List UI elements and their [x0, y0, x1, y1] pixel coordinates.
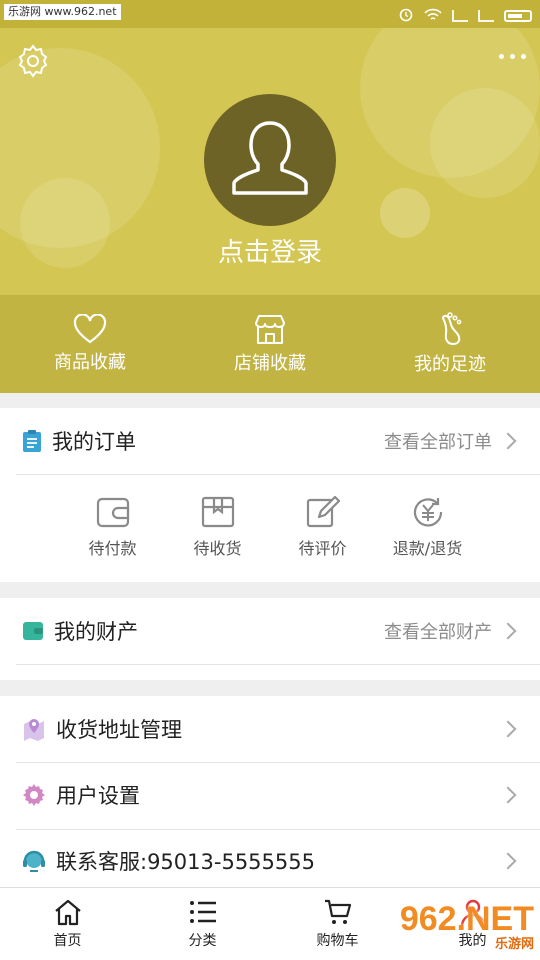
pending-receipt-label: 待收货 [193, 539, 242, 558]
clipboard-icon [23, 430, 41, 452]
view-all-orders-link[interactable]: 查看全部订单 [384, 408, 517, 474]
user-silhouette-icon [232, 121, 308, 195]
nav-home-label: 首页 [53, 933, 82, 949]
wallet-icon [96, 497, 129, 528]
chevron-right-icon [499, 432, 517, 450]
map-pin-icon [24, 719, 44, 741]
favorites-bar: 商品收藏 店铺收藏 我的足迹 [0, 295, 540, 393]
refund-label: 退款/退货 [392, 539, 463, 558]
refund-button[interactable]: 退款/退货 [375, 495, 480, 559]
customer-service-label: 联系客服:95013-5555555 [56, 850, 315, 874]
fav-shops-button[interactable]: 店铺收藏 [180, 295, 360, 393]
cart-icon [324, 899, 351, 924]
orders-header-row[interactable]: 我的订单 查看全部订单 [0, 408, 540, 474]
gear-icon [23, 784, 45, 806]
login-link[interactable]: 点击登录 [0, 232, 540, 269]
avatar[interactable] [204, 94, 336, 226]
heart-icon [73, 314, 107, 344]
address-management-label: 收货地址管理 [56, 718, 182, 742]
pending-review-label: 待评价 [298, 539, 347, 558]
orders-card: 我的订单 查看全部订单 待付款 待收货 待评价 退款/退货 [0, 408, 540, 582]
settings-icon[interactable] [14, 42, 52, 80]
wallet-icon [23, 622, 43, 640]
shop-icon [255, 315, 285, 344]
order-status-row: 待付款 待收货 待评价 退款/退货 [0, 474, 540, 580]
edit-icon [306, 495, 340, 528]
nav-cart-label: 购物车 [316, 933, 359, 949]
footprints-label: 我的足迹 [414, 354, 486, 375]
row-arrow [492, 828, 517, 894]
more-menu-icon[interactable] [499, 54, 526, 59]
pending-receipt-button[interactable]: 待收货 [165, 495, 270, 559]
chevron-right-icon [499, 622, 517, 640]
assets-card: 我的财产 查看全部财产 [0, 598, 540, 680]
footprint-icon [441, 312, 462, 346]
alarm-icon [398, 6, 414, 26]
view-all-assets-link[interactable]: 查看全部财产 [384, 598, 517, 664]
view-all-orders-label: 查看全部订单 [384, 432, 492, 453]
signal-icon-2 [478, 10, 494, 22]
nav-home[interactable]: 首页 [0, 888, 135, 960]
pending-payment-label: 待付款 [88, 539, 137, 558]
box-icon [201, 496, 234, 528]
row-arrow [492, 762, 517, 828]
chevron-right-icon [499, 720, 517, 738]
fav-products-button[interactable]: 商品收藏 [0, 295, 180, 393]
headset-icon [23, 850, 45, 872]
bottom-navigation: 首页 分类 购物车 我的 962.NET 乐游网 [0, 887, 540, 960]
nav-category[interactable]: 分类 [135, 888, 270, 960]
battery-icon [504, 10, 532, 22]
site-logo-watermark: 962.NET 乐游网 [400, 900, 534, 952]
address-management-row[interactable]: 收货地址管理 [0, 696, 540, 762]
fav-products-label: 商品收藏 [54, 352, 126, 373]
pending-payment-button[interactable]: 待付款 [60, 495, 165, 559]
row-arrow [492, 696, 517, 762]
profile-header: 点击登录 商品收藏 店铺收藏 我的足迹 [0, 28, 540, 393]
user-settings-row[interactable]: 用户设置 [0, 762, 540, 828]
chevron-right-icon [499, 852, 517, 870]
signal-icon [452, 10, 468, 22]
site-watermark: 乐游网 www.962.net [4, 4, 121, 20]
chevron-right-icon [499, 786, 517, 804]
nav-cart[interactable]: 购物车 [270, 888, 405, 960]
fav-shops-label: 店铺收藏 [234, 353, 306, 374]
assets-title: 我的财产 [54, 620, 138, 644]
status-bar: 乐游网 www.962.net [0, 0, 540, 28]
footprints-button[interactable]: 我的足迹 [360, 295, 540, 393]
status-icons [398, 6, 532, 26]
list-icon [189, 901, 216, 923]
home-icon [54, 899, 81, 926]
nav-category-label: 分类 [188, 933, 217, 949]
decor-bubble [430, 88, 540, 198]
view-all-assets-label: 查看全部财产 [384, 622, 492, 643]
orders-title: 我的订单 [52, 430, 136, 454]
menu-card: 收货地址管理 用户设置 联系客服:95013-5555555 [0, 696, 540, 888]
decor-bubble [380, 188, 430, 238]
assets-row[interactable]: 我的财产 查看全部财产 [0, 598, 540, 664]
user-settings-label: 用户设置 [56, 784, 140, 808]
customer-service-row[interactable]: 联系客服:95013-5555555 [0, 828, 540, 894]
refund-icon [413, 498, 442, 527]
divider [16, 474, 540, 475]
divider [16, 664, 540, 665]
wifi-icon [424, 7, 442, 26]
pending-review-button[interactable]: 待评价 [270, 495, 375, 559]
